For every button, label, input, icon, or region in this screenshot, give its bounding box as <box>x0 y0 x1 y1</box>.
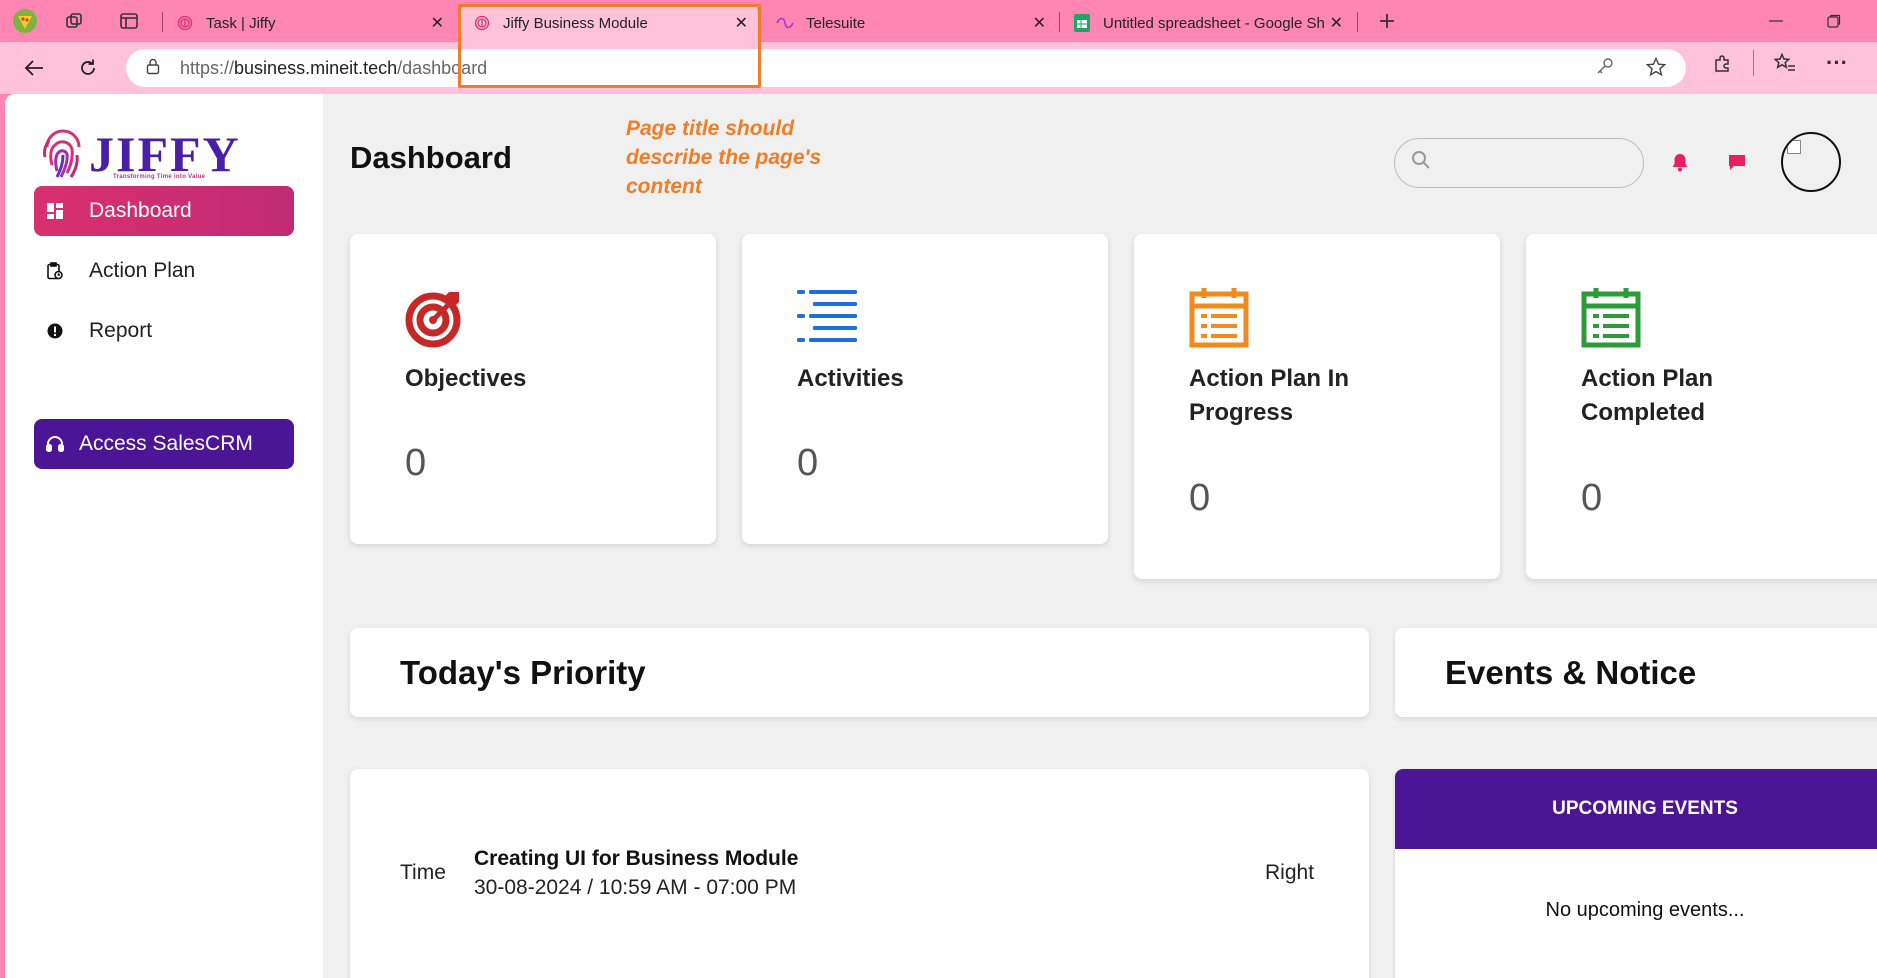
lock-icon[interactable] <box>146 58 166 78</box>
sidebar-item-label: Dashboard <box>89 199 192 222</box>
events-notice-title: Events & Notice <box>1445 654 1697 691</box>
fingerprint-icon <box>473 14 491 32</box>
tab-label: Telesuite <box>806 14 866 32</box>
minimize-icon[interactable] <box>1756 6 1796 36</box>
card-value: 0 <box>1189 477 1211 519</box>
bell-icon[interactable] <box>1670 152 1690 178</box>
close-icon[interactable]: ✕ <box>1033 13 1046 33</box>
search-icon <box>1411 150 1431 176</box>
sidebar: JIFFY Transforming Time into Value Dashb… <box>5 94 323 978</box>
more-menu-icon[interactable]: ··· <box>1826 50 1848 76</box>
tab-label: Untitled spreadsheet - Google Sh <box>1103 14 1325 32</box>
clipboard-clock-icon <box>45 262 65 280</box>
url-scheme: https:// <box>180 57 235 78</box>
calendar-list-icon <box>1189 288 1249 348</box>
card-value: 0 <box>1581 477 1603 519</box>
dashboard-icon <box>45 203 65 219</box>
card-label: Action Plan Completed <box>1581 365 1714 426</box>
sidebar-item-action-plan[interactable]: Action Plan <box>34 246 294 296</box>
logo-wordmark: JIFFY <box>89 126 241 182</box>
card-value: 0 <box>405 442 427 484</box>
search-input[interactable] <box>1394 138 1644 188</box>
address-bar[interactable]: https://business.mineit.tech/dashboard <box>126 49 1686 87</box>
sidebar-item-dashboard[interactable]: Dashboard <box>34 186 294 236</box>
url-host: business.mineit.tech <box>234 57 398 78</box>
task-time-label: Time <box>400 861 446 884</box>
workspaces-icon[interactable] <box>58 6 92 36</box>
tab-telesuite[interactable]: Telesuite ✕ <box>764 4 1056 42</box>
jiffy-logo[interactable]: JIFFY Transforming Time into Value <box>41 124 251 184</box>
card-value: 0 <box>797 442 819 484</box>
new-tab-icon[interactable] <box>1370 6 1404 36</box>
fingerprint-logo-icon <box>43 129 81 178</box>
back-icon[interactable] <box>16 52 52 84</box>
card-label: Activities <box>797 365 904 392</box>
toolbar-separator <box>1753 50 1754 76</box>
browser-toolbar: https://business.mineit.tech/dashboard ·… <box>0 42 1877 94</box>
favorite-star-icon[interactable] <box>1645 56 1667 82</box>
url-path: /dashboard <box>397 57 488 78</box>
close-icon[interactable]: ✕ <box>431 13 444 33</box>
sidebar-item-label: Report <box>89 319 153 342</box>
tab-separator <box>1059 12 1060 32</box>
objectives-card[interactable]: Objectives 0 <box>350 234 716 544</box>
telesuite-icon <box>776 14 794 32</box>
sheets-icon <box>1073 14 1091 32</box>
chat-icon[interactable] <box>1727 152 1747 178</box>
access-salescrm-label: Access SalesCRM <box>79 432 253 455</box>
app-window: JIFFY Transforming Time into Value Dashb… <box>5 94 1877 978</box>
card-label: Action Plan In Progress <box>1189 365 1350 426</box>
restore-icon[interactable] <box>1814 6 1854 36</box>
url-text[interactable]: https://business.mineit.tech/dashboard <box>180 58 487 79</box>
action-plan-in-progress-card[interactable]: Action Plan In Progress 0 <box>1134 234 1500 579</box>
todays-priority-header: Today's Priority <box>350 628 1369 717</box>
todays-priority-title: Today's Priority <box>400 654 646 691</box>
browser-tabstrip: Task | Jiffy ✕ Jiffy Business Module ✕ T… <box>0 0 1877 42</box>
activities-card[interactable]: Activities 0 <box>742 234 1108 544</box>
tab-label: Task | Jiffy <box>206 14 276 32</box>
profile-avatar-icon[interactable] <box>8 6 42 36</box>
logo-tagline: Transforming Time into Value <box>113 174 206 180</box>
tab-separator <box>1357 12 1358 32</box>
fingerprint-icon <box>176 14 194 32</box>
priority-task-item[interactable]: Time Creating UI for Business Module 30-… <box>350 769 1369 978</box>
sidebar-item-label: Action Plan <box>89 259 196 282</box>
tab-google-sheets[interactable]: Untitled spreadsheet - Google Sh ✕ <box>1061 4 1353 42</box>
list-icon <box>797 290 857 342</box>
avatar[interactable] <box>1781 132 1841 192</box>
alert-circle-icon <box>45 323 65 339</box>
access-salescrm-button[interactable]: Access SalesCRM <box>34 419 294 469</box>
broken-image-icon <box>1787 140 1801 154</box>
task-status: Right <box>1265 861 1315 884</box>
events-notice-header: Events & Notice <box>1395 628 1877 717</box>
close-icon[interactable]: ✕ <box>735 13 748 33</box>
card-label: Objectives <box>405 365 527 392</box>
task-datetime: 30-08-2024 / 10:59 AM - 07:00 PM <box>474 876 797 899</box>
close-icon[interactable]: ✕ <box>1330 13 1343 33</box>
page-title: Dashboard <box>350 140 512 175</box>
action-plan-completed-card[interactable]: Action Plan Completed 0 <box>1526 234 1877 579</box>
tab-actions-icon[interactable] <box>112 6 146 36</box>
tab-label: Jiffy Business Module <box>503 14 648 32</box>
tab-task-jiffy[interactable]: Task | Jiffy ✕ <box>164 4 454 42</box>
sidebar-item-report[interactable]: Report <box>34 306 294 356</box>
upcoming-events-panel: UPCOMING EVENTS No upcoming events... <box>1395 769 1877 978</box>
favorites-icon[interactable] <box>1773 52 1796 79</box>
main-content: Dashboard Page title should describe the… <box>323 94 1877 978</box>
no-events-text: No upcoming events... <box>1545 899 1745 921</box>
headset-icon <box>45 435 65 453</box>
refresh-icon[interactable] <box>70 52 106 84</box>
annotation-note: Page title should describe the page's co… <box>626 117 822 198</box>
tab-jiffy-business-module[interactable]: Jiffy Business Module ✕ <box>461 4 758 42</box>
upcoming-events-heading: UPCOMING EVENTS <box>1395 769 1877 849</box>
calendar-list-icon <box>1581 288 1641 348</box>
task-title: Creating UI for Business Module <box>474 847 799 870</box>
tab-separator <box>162 12 163 32</box>
key-icon[interactable] <box>1596 57 1614 80</box>
extensions-icon[interactable] <box>1713 53 1733 79</box>
target-icon <box>405 292 461 348</box>
